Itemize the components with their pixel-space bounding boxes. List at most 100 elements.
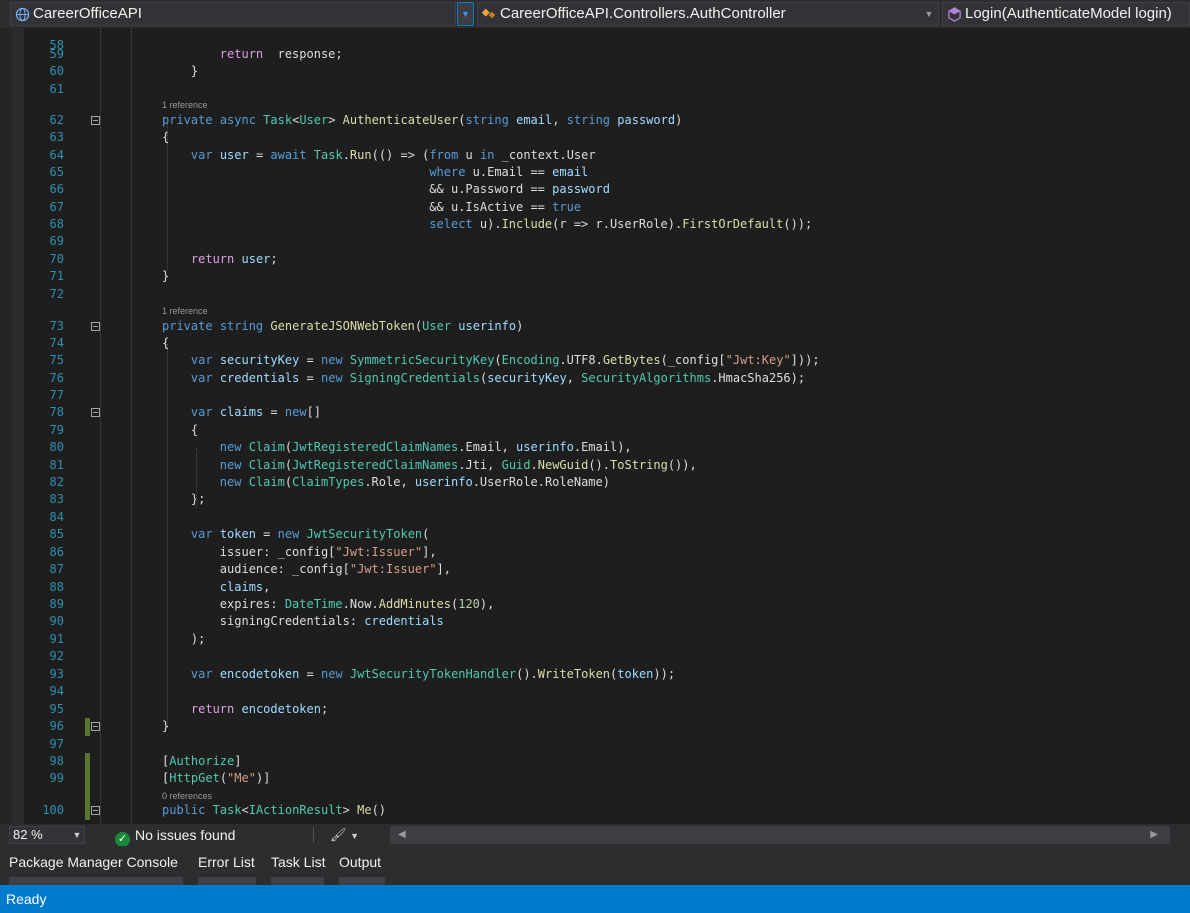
code-line[interactable]: select u).Include(r => r.UserRole).First… — [162, 216, 812, 233]
horizontal-scrollbar[interactable]: ◀ ▶ — [390, 826, 1170, 844]
line-number: 84 — [49, 510, 64, 524]
scroll-left-arrow-icon[interactable]: ◀ — [398, 826, 406, 844]
code-token: string — [219, 319, 264, 333]
code-line[interactable]: new Claim(JwtRegisteredClaimNames.Email,… — [162, 439, 632, 456]
code-line[interactable]: new Claim(JwtRegisteredClaimNames.Jti, G… — [162, 457, 697, 474]
tab-task-list[interactable]: Task List — [271, 853, 325, 871]
code-editor[interactable]: 58 59 return response; 60 } 61 62 private asy… — [0, 28, 1190, 824]
collapse-icon[interactable] — [91, 116, 100, 125]
codelens-reference-count[interactable]: 0 references — [162, 790, 212, 802]
code-line[interactable]: [HttpGet("Me")] — [162, 770, 270, 787]
code-token: ])); — [790, 353, 820, 367]
code-line[interactable]: && u.Password == password — [162, 181, 610, 198]
code-token: () — [371, 803, 387, 817]
collapse-icon[interactable] — [91, 722, 100, 731]
code-line[interactable]: signingCredentials: credentials — [162, 613, 444, 630]
code-token: new — [219, 440, 242, 454]
brush-icon: 🖌 — [330, 827, 347, 842]
code-token: await — [270, 148, 307, 162]
code-line[interactable]: var credentials = new SigningCredentials… — [162, 370, 805, 387]
code-token: (() => ( — [371, 148, 430, 162]
codelens-reference-count[interactable]: 1 reference — [162, 305, 208, 317]
code-token: Authorize — [169, 754, 235, 768]
code-line[interactable]: return response; — [162, 46, 343, 63]
code-token: (_config[ — [660, 353, 726, 367]
code-line[interactable]: { — [162, 129, 169, 146]
code-line[interactable]: var claims = new[] — [162, 404, 321, 421]
code-line[interactable]: expires: DateTime.Now.AddMinutes(120), — [162, 596, 495, 613]
tab-output[interactable]: Output — [339, 853, 381, 871]
code-line[interactable]: }; — [162, 491, 205, 508]
code-line[interactable]: new Claim(ClaimTypes.Role, userinfo.User… — [162, 474, 610, 491]
code-token: userinfo — [458, 319, 517, 333]
code-line[interactable]: } — [162, 63, 198, 80]
scroll-right-arrow-icon[interactable]: ▶ — [1150, 826, 1158, 844]
line-number: 67 — [49, 200, 64, 214]
code-token: var — [190, 148, 213, 162]
code-token: from — [429, 148, 459, 162]
code-line[interactable]: return encodetoken; — [162, 701, 328, 718]
code-token: ], — [436, 562, 451, 576]
code-token: where — [429, 165, 466, 179]
code-line[interactable]: } — [162, 718, 169, 735]
codelens-reference-count[interactable]: 1 reference — [162, 99, 208, 111]
code-line[interactable]: var user = await Task.Run(() => (from u … — [162, 147, 596, 164]
code-token: ), — [479, 597, 495, 611]
line-number: 96 — [49, 719, 64, 733]
code-token: SymmetricSecurityKey — [349, 353, 495, 367]
tab-package-manager-console[interactable]: Package Manager Console — [9, 853, 178, 871]
collapse-icon[interactable] — [91, 408, 100, 417]
type-dropdown[interactable]: CareerOfficeAPI.Controllers.AuthControll… — [477, 2, 939, 26]
code-token: .Email), — [573, 440, 632, 454]
vertical-scrollbar-track[interactable] — [12, 28, 24, 824]
code-token: DateTime — [284, 597, 343, 611]
code-line[interactable]: return user; — [162, 251, 278, 268]
issues-indicator[interactable]: ✓ No issues found — [115, 825, 236, 847]
code-token: Guid — [501, 458, 531, 472]
member-dropdown[interactable]: Login(AuthenticateModel login) — [942, 2, 1190, 26]
code-token: var — [190, 667, 213, 681]
code-line[interactable]: where u.Email == email — [162, 164, 588, 181]
project-dropdown-arrow[interactable]: ▼ — [457, 2, 474, 26]
code-line[interactable]: claims, — [162, 579, 271, 596]
code-line[interactable]: public Task<IActionResult> Me() — [162, 802, 386, 819]
code-line[interactable]: var securityKey = new SymmetricSecurityK… — [162, 352, 820, 369]
code-line[interactable]: var token = new JwtSecurityToken( — [162, 526, 429, 543]
code-line[interactable]: && u.IsActive == true — [162, 199, 581, 216]
tab-indicator — [9, 877, 183, 885]
zoom-dropdown[interactable]: 82 % ▼ — [9, 826, 85, 844]
code-line[interactable]: audience: _config["Jwt:Issuer"], — [162, 561, 451, 578]
code-token: private — [162, 113, 213, 127]
type-name: CareerOfficeAPI.Controllers.AuthControll… — [500, 5, 786, 22]
code-line[interactable]: issuer: _config["Jwt:Issuer"], — [162, 544, 437, 561]
code-token: user — [219, 148, 249, 162]
collapse-icon[interactable] — [91, 806, 100, 815]
code-token: u). — [472, 217, 502, 231]
collapse-icon[interactable] — [91, 322, 100, 331]
code-line[interactable]: } — [162, 268, 169, 285]
code-cleanup-button[interactable]: 🖌 ▼ — [330, 825, 364, 845]
issues-text: No issues found — [135, 827, 236, 843]
code-line[interactable]: var encodetoken = new JwtSecurityTokenHa… — [162, 666, 675, 683]
code-token: audience: _config[ — [162, 562, 350, 576]
code-token: ()), — [667, 458, 697, 472]
code-line[interactable]: [Authorize] — [162, 753, 242, 770]
code-line[interactable]: private async Task<User> AuthenticateUse… — [162, 112, 682, 129]
code-token: .Now. — [342, 597, 379, 611]
code-token: email — [516, 113, 553, 127]
line-number: 92 — [49, 649, 64, 663]
code-token: email — [552, 165, 589, 179]
tab-error-list[interactable]: Error List — [198, 853, 255, 871]
code-token: JwtRegisteredClaimNames — [292, 440, 459, 454]
project-dropdown[interactable]: CareerOfficeAPI — [10, 2, 456, 26]
code-line[interactable]: { — [162, 335, 169, 352]
code-token: encodetoken — [241, 702, 321, 716]
code-line[interactable]: private string GenerateJSONWebToken(User… — [162, 318, 523, 335]
code-line[interactable]: ); — [162, 631, 205, 648]
